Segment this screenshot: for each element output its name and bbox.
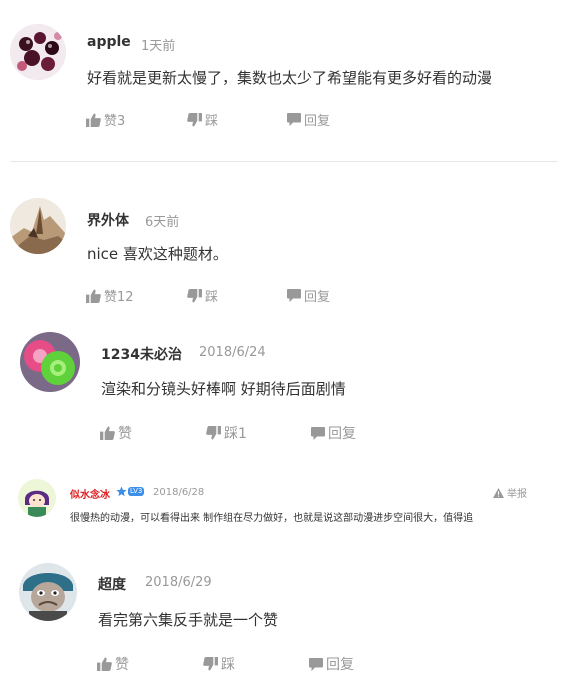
reply-button[interactable]: 回复 — [287, 110, 330, 129]
comment-username[interactable]: 超度 — [98, 574, 126, 594]
avatar[interactable] — [10, 24, 66, 80]
like-button[interactable]: 赞12 — [86, 286, 134, 305]
comment-text: nice 喜欢这种题材。 — [87, 245, 228, 263]
reply-label: 回复 — [326, 657, 354, 673]
comment-time: 2018/6/29 — [145, 575, 212, 590]
comment-username[interactable]: apple — [87, 34, 131, 50]
dislike-button[interactable]: 踩 — [187, 110, 218, 129]
avatar[interactable] — [10, 198, 66, 254]
speech-bubble-icon — [287, 289, 301, 302]
comment-text: 渲染和分镜头好棒啊 好期待后面剧情 — [101, 380, 346, 398]
thumbs-up-icon — [100, 426, 115, 440]
thumbs-down-icon — [187, 112, 202, 127]
speech-bubble-icon — [311, 426, 325, 440]
comment-time: 2018/6/28 — [153, 487, 205, 498]
comment-username[interactable]: 1234未必治 — [101, 344, 182, 364]
like-count: 赞 — [118, 426, 132, 442]
like-button[interactable]: 赞 — [100, 423, 132, 443]
comment-text: 很慢热的动漫，可以看得出来 制作组在尽力做好，也就是说这部动漫进步空间很大，值得… — [70, 513, 474, 524]
reply-button[interactable]: 回复 — [309, 654, 354, 674]
dislike-count: 踩1 — [224, 426, 247, 442]
avatar[interactable] — [19, 563, 77, 621]
reply-label: 回复 — [304, 290, 331, 305]
comment-time: 1天前 — [141, 39, 176, 54]
comment-text: 看完第六集反手就是一个赞 — [98, 611, 279, 629]
dislike-button[interactable]: 踩 — [203, 654, 235, 674]
reply-button[interactable]: 回复 — [287, 286, 330, 305]
comment-text: 好看就是更新太慢了，集数也太少了希望能有更多好看的动漫 — [87, 69, 493, 87]
thumbs-up-icon — [97, 657, 112, 671]
thumbs-down-icon — [206, 426, 221, 440]
reply-label: 回复 — [304, 114, 331, 129]
like-label: 赞 — [115, 657, 129, 673]
like-button[interactable]: 赞 — [97, 654, 129, 674]
reply-label: 回复 — [328, 426, 356, 442]
dislike-label: 踩 — [221, 657, 235, 673]
comment-time: 6天前 — [145, 215, 180, 230]
divider — [10, 161, 558, 162]
thumbs-up-icon — [86, 288, 101, 303]
avatar[interactable] — [18, 479, 56, 517]
report-button[interactable]: 举报 — [493, 485, 527, 500]
dislike-button[interactable]: 踩1 — [206, 423, 247, 443]
comment-username[interactable]: 似水念冰 — [70, 486, 110, 501]
comment-username[interactable]: 界外体 — [87, 210, 129, 230]
like-count: 赞12 — [104, 290, 134, 305]
cartoon-avatar-image — [18, 479, 56, 517]
thumbs-down-icon — [187, 288, 202, 303]
cherries-avatar-image — [10, 24, 66, 80]
landscape-avatar-image — [10, 198, 66, 254]
avatar[interactable] — [20, 332, 80, 392]
thumbs-up-icon — [86, 112, 101, 127]
star-badge-icon — [116, 486, 127, 497]
comment-time: 2018/6/24 — [199, 345, 266, 360]
level-label: LV3 — [128, 487, 145, 496]
dislike-button[interactable]: 踩 — [187, 286, 218, 305]
like-button[interactable]: 赞3 — [86, 110, 125, 129]
level-badge: LV3 — [116, 486, 145, 497]
report-label: 举报 — [507, 489, 527, 500]
candy-avatar-image — [20, 332, 80, 392]
speech-bubble-icon — [309, 657, 323, 671]
character-avatar-image — [19, 563, 77, 621]
warning-triangle-icon — [493, 487, 504, 498]
dislike-label: 踩 — [205, 290, 219, 305]
speech-bubble-icon — [287, 113, 301, 126]
dislike-label: 踩 — [205, 114, 219, 129]
thumbs-down-icon — [203, 657, 218, 671]
reply-button[interactable]: 回复 — [311, 423, 356, 443]
like-count: 赞3 — [104, 114, 126, 129]
